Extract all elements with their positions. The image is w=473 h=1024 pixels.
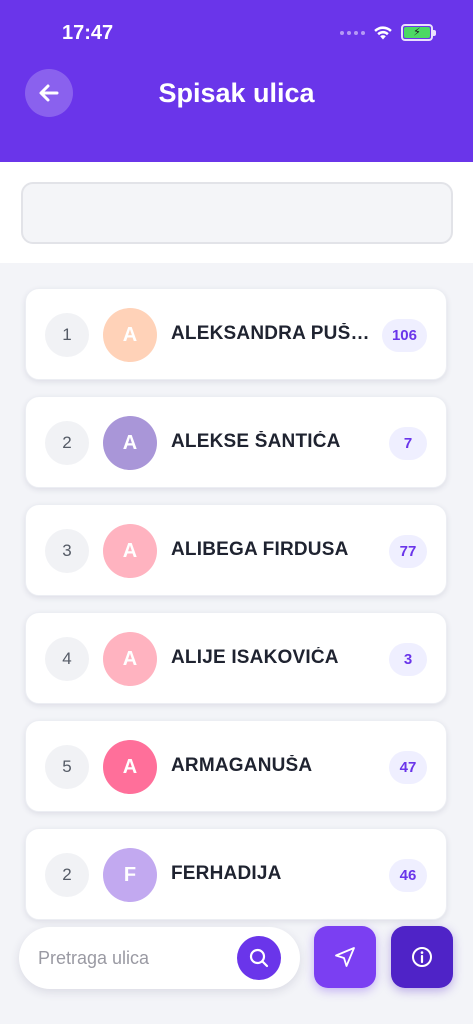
street-card[interactable]: 3 A ALIBEGA FIRDUSA 77 [25,504,447,596]
search-button[interactable] [237,936,281,980]
navigation-arrow-icon [335,947,355,967]
count-badge: 77 [389,535,427,568]
info-button[interactable] [391,926,453,988]
rank-badge: 5 [45,745,89,789]
count-badge: 46 [389,859,427,892]
wifi-icon [374,26,392,40]
rank-badge: 2 [45,853,89,897]
street-name: ALEKSE ŠANTIĆA [171,431,341,452]
filter-field[interactable] [21,182,453,244]
street-card[interactable]: 1 A ALEKSANDRA PUŠK... 106 [25,288,447,380]
search-bar [19,927,300,989]
street-avatar: A [103,524,157,578]
street-card[interactable]: 4 A ALIJE ISAKOVIĆA 3 [25,612,447,704]
status-bar: 17:47 ⚡ [0,0,473,70]
rank-badge: 4 [45,637,89,681]
status-icons: ⚡ [340,24,436,41]
street-name: ALIJE ISAKOVIĆA [171,647,339,668]
app-header: 17:47 ⚡ Spisak ulica [0,0,473,162]
street-avatar: F [103,848,157,902]
street-name: ALIBEGA FIRDUSA [171,539,349,560]
street-name: FERHADIJA [171,863,282,884]
street-avatar: A [103,740,157,794]
battery-icon: ⚡ [401,24,436,41]
count-badge: 106 [381,319,427,352]
info-icon [412,947,432,967]
rank-badge: 2 [45,421,89,465]
search-icon [249,948,269,968]
status-time: 17:47 [62,22,114,44]
navigate-button[interactable] [314,926,376,988]
street-card[interactable]: 2 F FERHADIJA 46 [25,828,447,920]
page-title: Spisak ulica [158,78,315,108]
rank-badge: 3 [45,529,89,573]
rank-badge: 1 [45,313,89,357]
street-avatar: A [103,308,157,362]
street-avatar: A [103,632,157,686]
street-name: ALEKSANDRA PUŠK... [171,323,376,344]
search-input[interactable] [38,927,234,989]
count-badge: 7 [389,427,427,460]
count-badge: 47 [389,751,427,784]
signal-icon [340,30,365,35]
street-name: ARMAGANUŠA [171,755,313,776]
street-card[interactable]: 2 A ALEKSE ŠANTIĆA 7 [25,396,447,488]
street-card[interactable]: 5 A ARMAGANUŠA 47 [25,720,447,812]
street-avatar: A [103,416,157,470]
count-badge: 3 [389,643,427,676]
filter-area [0,162,473,263]
